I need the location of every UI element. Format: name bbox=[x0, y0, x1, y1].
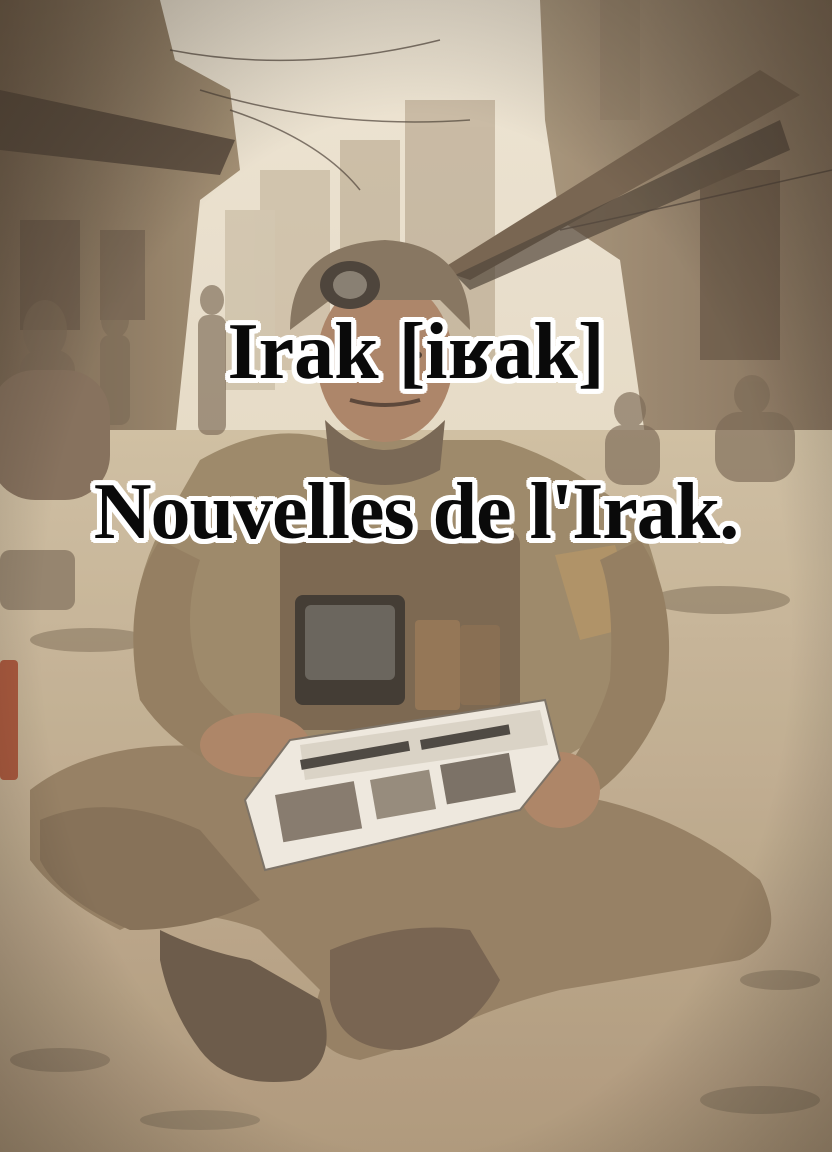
caption-subtitle: Nouvelles de l'Irak. bbox=[93, 468, 739, 556]
vignette bbox=[0, 0, 832, 1152]
caption-title: Irak [iʁak] bbox=[227, 308, 605, 396]
scene: Irak [iʁak] Nouvelles de l'Irak. bbox=[0, 0, 832, 1152]
background-illustration bbox=[0, 0, 832, 1152]
